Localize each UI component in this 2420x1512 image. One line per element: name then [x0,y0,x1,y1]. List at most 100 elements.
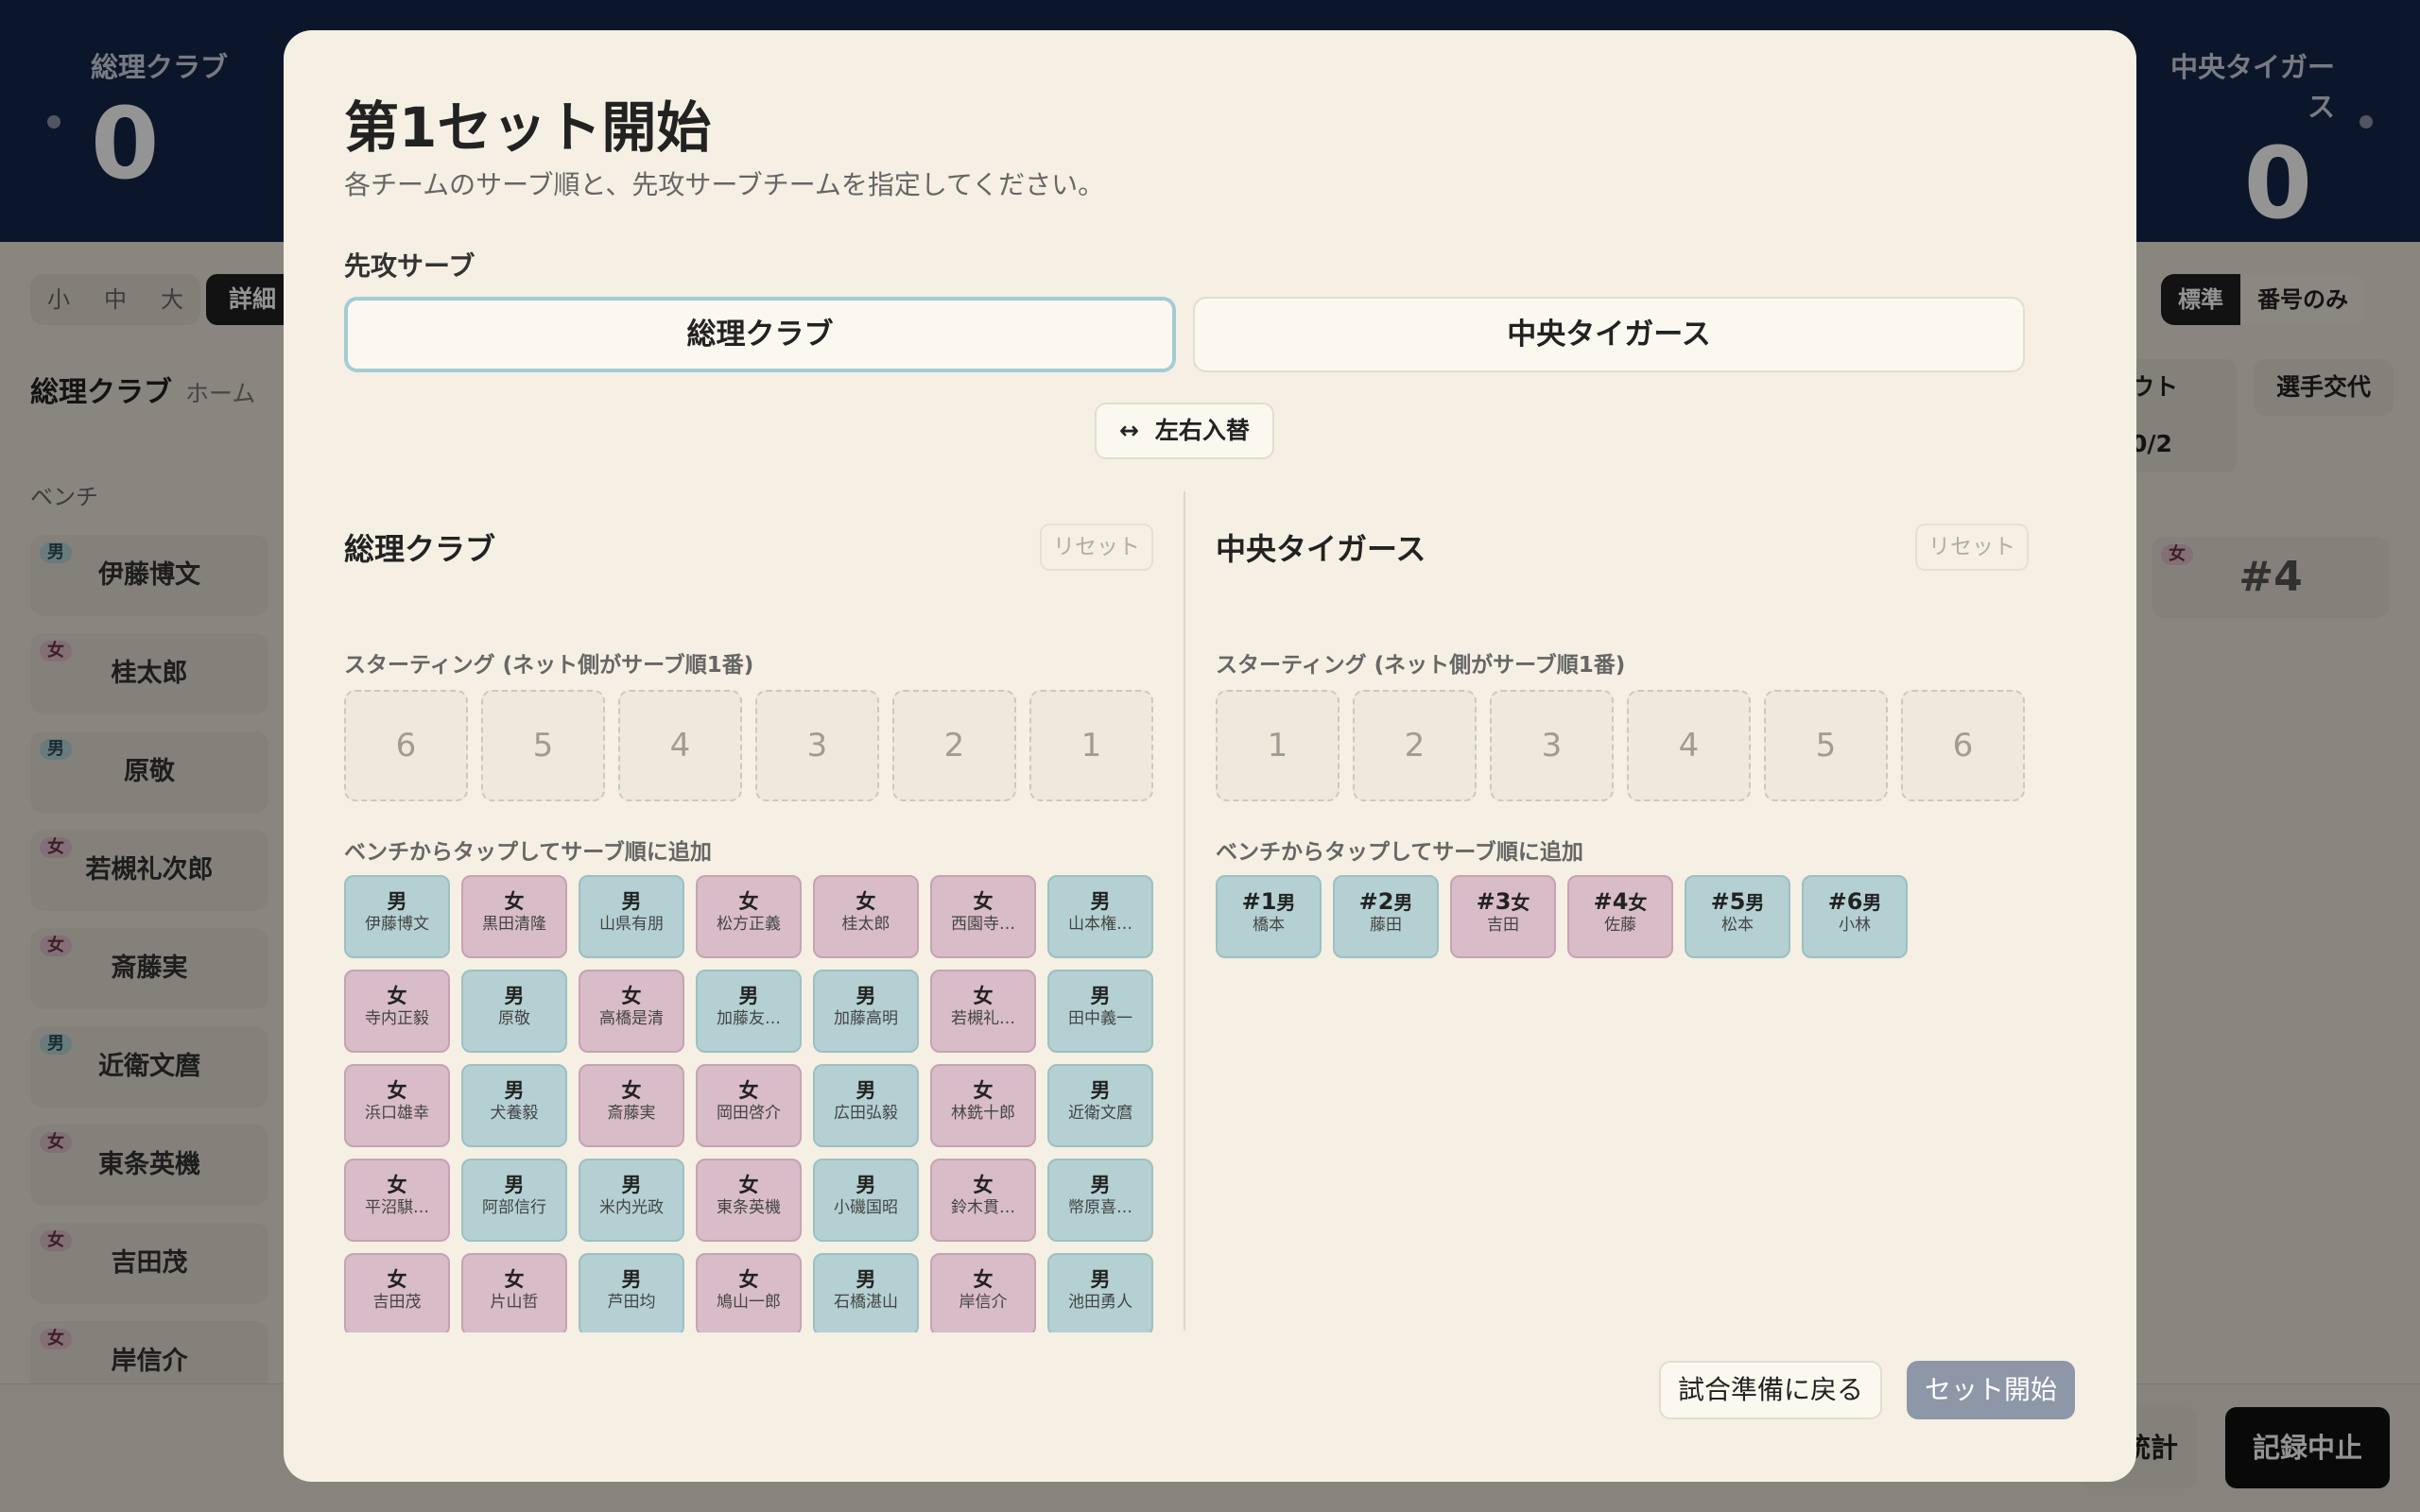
gender-label: 女 [621,1079,642,1102]
player-number-gender: #4女 [1569,890,1671,914]
bench-player-chip[interactable]: 男近衛文麿 [1047,1064,1153,1147]
bench-player-chip[interactable]: 男芦田均 [579,1253,684,1332]
player-name: 原敬 [498,1009,530,1028]
column-divider [1184,491,1185,1331]
bench-player-chip[interactable]: 女岸信介 [930,1253,1036,1332]
bench-player-chip[interactable]: 女桂太郎 [813,875,919,958]
dialog-title: 第1セット開始 [344,95,712,160]
serve-order-slot[interactable]: 1 [1029,690,1153,801]
bench-player-chip[interactable]: 女斎藤実 [579,1064,684,1147]
bench-player-chip[interactable]: 男小磯国昭 [813,1159,919,1242]
serve-order-slot[interactable]: 5 [481,690,605,801]
swap-sides-button[interactable]: ↔ 左右入替 [1095,403,1274,459]
back-to-prep-button[interactable]: 試合準備に戻る [1659,1361,1882,1419]
serve-order-slot[interactable]: 2 [892,690,1016,801]
bench-player-chip[interactable]: 男加藤高明 [813,970,919,1053]
gender-label: 女 [738,1268,759,1291]
away-reset-button[interactable]: リセット [1915,524,2029,571]
bench-player-chip[interactable]: #3女 吉田 [1450,875,1556,958]
gender-label: 男 [1393,891,1413,914]
serve-order-slot[interactable]: 6 [344,690,468,801]
bench-player-chip[interactable]: 男幣原喜… [1047,1159,1153,1242]
gender-label: 男 [856,985,876,1007]
away-lineup-panel: 中央タイガース リセット スターティング (ネット側がサーブ順1番) 12345… [1216,491,2029,1332]
bench-player-chip[interactable]: 男加藤友… [696,970,802,1053]
bench-player-chip[interactable]: 男田中義一 [1047,970,1153,1053]
gender-label: 女 [1511,891,1530,914]
player-name: 近衛文麿 [1068,1104,1132,1123]
away-serve-slots: 123456 [1216,690,2025,801]
bench-player-chip[interactable]: #2男 藤田 [1333,875,1439,958]
player-name: 藤田 [1370,916,1402,935]
player-name: 桂太郎 [841,915,890,934]
bench-player-chip[interactable]: 女鈴木貫… [930,1159,1036,1242]
bench-player-chip[interactable]: 男山県有朋 [579,875,684,958]
player-name: 米内光政 [599,1198,664,1217]
serve-order-slot[interactable]: 3 [1490,690,1614,801]
gender-label: 女 [387,1268,407,1291]
home-reset-button[interactable]: リセット [1040,524,1153,571]
bench-player-chip[interactable]: 女岡田啓介 [696,1064,802,1147]
player-name: 伊藤博文 [365,915,429,934]
bench-player-chip[interactable]: 男石橋湛山 [813,1253,919,1332]
start-set-button[interactable]: セット開始 [1907,1361,2075,1419]
gender-label: 女 [856,890,876,913]
bench-player-chip[interactable]: 女吉田茂 [344,1253,450,1332]
serve-order-slot[interactable]: 4 [1627,690,1751,801]
home-panel-team-name: 総理クラブ [344,531,496,567]
gender-label: 男 [1862,891,1882,914]
bench-player-chip[interactable]: 男広田弘毅 [813,1064,919,1147]
bench-player-chip[interactable]: 女平沼騏… [344,1159,450,1242]
bench-player-chip[interactable]: 女鳩山一郎 [696,1253,802,1332]
player-name: 山県有朋 [599,915,664,934]
serve-order-slot[interactable]: 4 [618,690,742,801]
bench-player-chip[interactable]: 男山本権… [1047,875,1153,958]
bench-player-chip[interactable]: #6男 小林 [1802,875,1908,958]
gender-label: 男 [856,1268,876,1291]
bench-player-chip[interactable]: #5男 松本 [1685,875,1790,958]
away-panel-team-name: 中央タイガース [1216,531,1426,567]
bench-player-chip[interactable]: 女浜口雄幸 [344,1064,450,1147]
home-bench-grid: 男伊藤博文女黒田清隆男山県有朋女松方正義女桂太郎女西園寺… 男山本権… 女寺内正毅男… [344,875,1153,1332]
bench-player-chip[interactable]: 男伊藤博文 [344,875,450,958]
serve-order-slot[interactable]: 1 [1216,690,1340,801]
gender-label: 女 [621,985,642,1007]
away-starting-label: スターティング (ネット側がサーブ順1番) [1216,653,1626,678]
player-name: 阿部信行 [482,1198,546,1217]
serve-order-slot[interactable]: 5 [1764,690,1888,801]
serve-order-slot[interactable]: 6 [1901,690,2025,801]
bench-player-chip[interactable]: 女西園寺… [930,875,1036,958]
bench-player-chip[interactable]: 女高橋是清 [579,970,684,1053]
home-add-hint: ベンチからタップしてサーブ順に追加 [344,840,712,865]
bench-player-chip[interactable]: 女寺内正毅 [344,970,450,1053]
player-name: 佐藤 [1604,916,1636,935]
gender-label: 男 [856,1174,876,1196]
serve-order-slot[interactable]: 3 [755,690,879,801]
gender-label: 女 [738,890,759,913]
bench-player-chip[interactable]: 女片山哲 [461,1253,567,1332]
bench-player-chip[interactable]: 男原敬 [461,970,567,1053]
swap-arrows-icon: ↔ [1119,417,1140,444]
bench-player-chip[interactable]: 男阿部信行 [461,1159,567,1242]
bench-player-chip[interactable]: #1男 橋本 [1216,875,1322,958]
bench-player-chip[interactable]: 男池田勇人 [1047,1253,1153,1332]
player-name: 吉田 [1487,916,1519,935]
bench-player-chip[interactable]: 男米内光政 [579,1159,684,1242]
player-name: 芦田均 [607,1293,656,1312]
bench-player-chip[interactable]: 女林銑十郎 [930,1064,1036,1147]
bench-player-chip[interactable]: 女松方正義 [696,875,802,958]
bench-player-chip[interactable]: 女黒田清隆 [461,875,567,958]
player-name: 鳩山一郎 [717,1293,781,1312]
bench-player-chip[interactable]: 女東条英機 [696,1159,802,1242]
player-name: 吉田茂 [372,1293,422,1312]
bench-player-chip[interactable]: 女若槻礼… [930,970,1036,1053]
bench-player-chip[interactable]: 男犬養毅 [461,1064,567,1147]
player-name: 橋本 [1253,916,1285,935]
first-serve-home-button[interactable]: 総理クラブ [344,297,1176,372]
bench-player-chip[interactable]: #4女佐藤 [1567,875,1673,958]
gender-label: 女 [973,890,994,913]
first-serve-away-button[interactable]: 中央タイガース [1193,297,2025,372]
gender-label: 男 [621,1268,642,1291]
serve-order-slot[interactable]: 2 [1353,690,1477,801]
gender-label: 女 [973,1174,994,1196]
